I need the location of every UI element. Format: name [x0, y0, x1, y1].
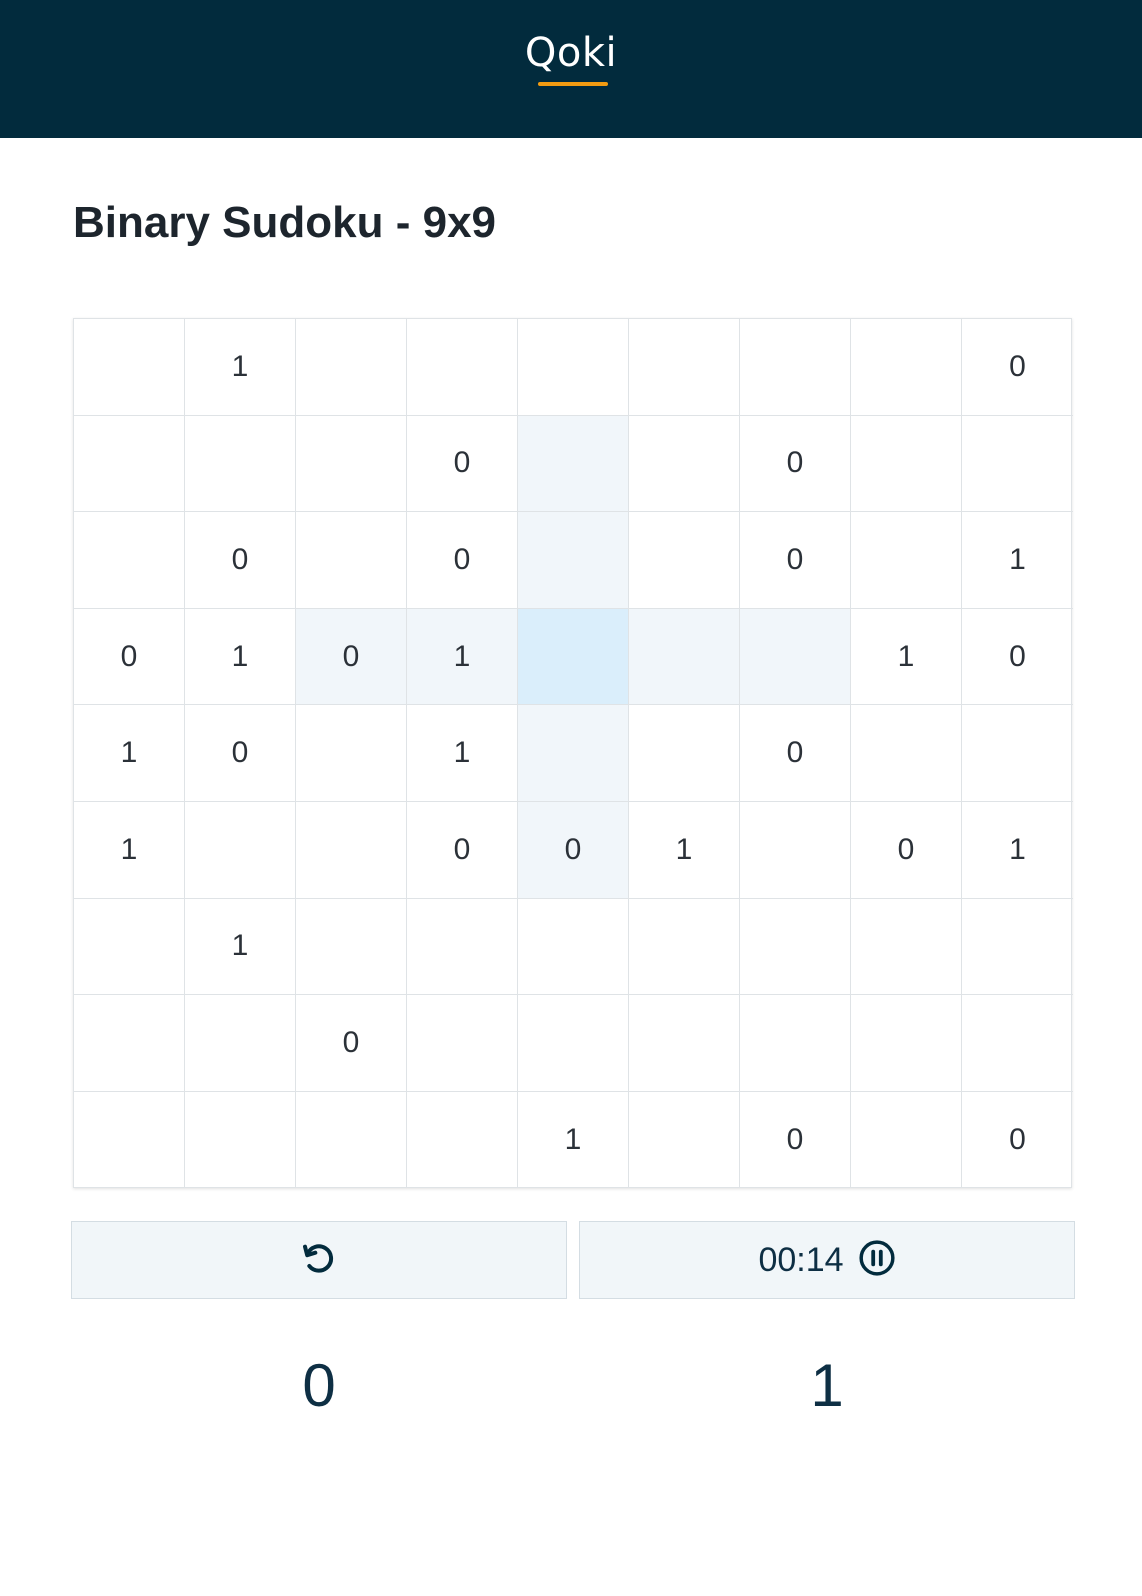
- board-cell-r0-c5[interactable]: [629, 319, 740, 416]
- board-cell-r2-c1[interactable]: 0: [185, 512, 296, 609]
- board-cell-r8-c8[interactable]: 0: [962, 1092, 1073, 1189]
- board-cell-r3-c1[interactable]: 1: [185, 608, 296, 706]
- reset-button[interactable]: [71, 1221, 567, 1299]
- board-cell-r7-c8[interactable]: [962, 995, 1073, 1092]
- board-cell-r1-c8[interactable]: [962, 416, 1073, 513]
- board-cell-r6-c1[interactable]: 1: [185, 898, 296, 996]
- reset-icon: [299, 1238, 339, 1283]
- timer-text: 00:14: [758, 1240, 844, 1279]
- board-cell-r2-c3[interactable]: 0: [407, 512, 518, 609]
- board-cell-r3-c8[interactable]: 0: [962, 609, 1073, 706]
- board-cell-r1-c1[interactable]: [185, 415, 296, 513]
- board-cell-r6-c2[interactable]: [296, 898, 407, 996]
- board-cell-r5-c2[interactable]: [296, 801, 407, 899]
- board-cell-r8-c5[interactable]: [629, 1091, 740, 1189]
- board-cell-r8-c1[interactable]: [185, 1091, 296, 1189]
- board-cell-r0-c4[interactable]: [518, 319, 629, 416]
- board-cell-r2-c8[interactable]: 1: [962, 512, 1073, 609]
- board-cell-r3-c4[interactable]: [518, 608, 629, 706]
- board-cell-r6-c5[interactable]: [629, 898, 740, 996]
- board-cell-r5-c3[interactable]: 0: [407, 801, 518, 899]
- board-cell-r3-c3[interactable]: 1: [407, 608, 518, 706]
- board-cell-r7-c6[interactable]: [740, 995, 851, 1092]
- board-cell-r0-c8[interactable]: 0: [962, 319, 1073, 416]
- board-cell-r5-c0[interactable]: 1: [74, 801, 185, 899]
- board-cell-r5-c8[interactable]: 1: [962, 802, 1073, 899]
- input-zero-button[interactable]: 0: [71, 1340, 567, 1430]
- board-cell-r6-c3[interactable]: [407, 898, 518, 996]
- board-cell-r5-c1[interactable]: [185, 801, 296, 899]
- board-cell-r0-c2[interactable]: [296, 319, 407, 416]
- board-cell-r6-c0[interactable]: [74, 898, 185, 996]
- board-cell-r4-c8[interactable]: [962, 705, 1073, 802]
- board-cell-r4-c5[interactable]: [629, 705, 740, 802]
- board-cell-r7-c2[interactable]: 0: [296, 995, 407, 1092]
- input-one-button[interactable]: 1: [579, 1340, 1075, 1430]
- board-cell-r0-c0[interactable]: [74, 319, 185, 416]
- board-cell-r4-c4[interactable]: [518, 705, 629, 802]
- board-cell-r1-c4[interactable]: [518, 415, 629, 513]
- board-cell-r8-c6[interactable]: 0: [740, 1091, 851, 1189]
- board-cell-r8-c2[interactable]: [296, 1091, 407, 1189]
- board-cell-r4-c7[interactable]: [851, 705, 962, 802]
- board-cell-r8-c4[interactable]: 1: [518, 1091, 629, 1189]
- board-cell-r4-c2[interactable]: [296, 705, 407, 802]
- game-board: 10000001010110101010010110100: [73, 318, 1073, 1189]
- board-cell-r0-c1[interactable]: 1: [185, 319, 296, 416]
- board-cell-r6-c7[interactable]: [851, 898, 962, 996]
- board-cell-r2-c6[interactable]: 0: [740, 512, 851, 609]
- board-cell-r2-c5[interactable]: [629, 512, 740, 609]
- board-cell-r3-c6[interactable]: [740, 608, 851, 706]
- board-cell-r2-c4[interactable]: [518, 512, 629, 609]
- board-cell-r3-c2[interactable]: 0: [296, 608, 407, 706]
- logo-underline: [538, 82, 608, 86]
- board-cell-r1-c0[interactable]: [74, 415, 185, 513]
- board-cell-r2-c7[interactable]: [851, 512, 962, 609]
- board-cell-r3-c7[interactable]: 1: [851, 608, 962, 706]
- top-bar: Qoki: [0, 0, 1142, 138]
- board-cell-r1-c6[interactable]: 0: [740, 415, 851, 513]
- board-cell-r5-c5[interactable]: 1: [629, 801, 740, 899]
- board-cell-r4-c0[interactable]: 1: [74, 705, 185, 802]
- board-cell-r5-c7[interactable]: 0: [851, 801, 962, 899]
- board-cell-r3-c5[interactable]: [629, 608, 740, 706]
- board-cell-r2-c2[interactable]: [296, 512, 407, 609]
- board-cell-r6-c8[interactable]: [962, 899, 1073, 996]
- board-cell-r5-c4[interactable]: 0: [518, 801, 629, 899]
- board-cell-r2-c0[interactable]: [74, 512, 185, 609]
- app-logo[interactable]: Qoki: [0, 30, 1142, 76]
- board-cell-r7-c4[interactable]: [518, 995, 629, 1092]
- board-cell-r0-c6[interactable]: [740, 319, 851, 416]
- board-cell-r7-c7[interactable]: [851, 995, 962, 1092]
- board-cell-r4-c6[interactable]: 0: [740, 705, 851, 802]
- board-cell-r7-c3[interactable]: [407, 995, 518, 1092]
- board-cell-r4-c3[interactable]: 1: [407, 705, 518, 802]
- timer-display[interactable]: 00:14: [579, 1221, 1075, 1299]
- board-cell-r0-c3[interactable]: [407, 319, 518, 416]
- board-cell-r7-c5[interactable]: [629, 995, 740, 1092]
- board-cell-r1-c3[interactable]: 0: [407, 415, 518, 513]
- board-cell-r0-c7[interactable]: [851, 319, 962, 416]
- board-cell-r8-c0[interactable]: [74, 1091, 185, 1189]
- board-cell-r4-c1[interactable]: 0: [185, 705, 296, 802]
- board-cell-r6-c4[interactable]: [518, 898, 629, 996]
- board-cell-r5-c6[interactable]: [740, 801, 851, 899]
- board-cell-r7-c1[interactable]: [185, 995, 296, 1092]
- page-title: Binary Sudoku - 9x9: [73, 198, 497, 247]
- board-cell-r8-c7[interactable]: [851, 1091, 962, 1189]
- board-cell-r1-c7[interactable]: [851, 415, 962, 513]
- board-cell-r7-c0[interactable]: [74, 995, 185, 1092]
- board-cell-r3-c0[interactable]: 0: [74, 608, 185, 706]
- pause-icon[interactable]: [858, 1239, 896, 1282]
- board-cell-r8-c3[interactable]: [407, 1091, 518, 1189]
- board-cell-r1-c2[interactable]: [296, 415, 407, 513]
- board-cell-r1-c5[interactable]: [629, 415, 740, 513]
- board-cell-r6-c6[interactable]: [740, 898, 851, 996]
